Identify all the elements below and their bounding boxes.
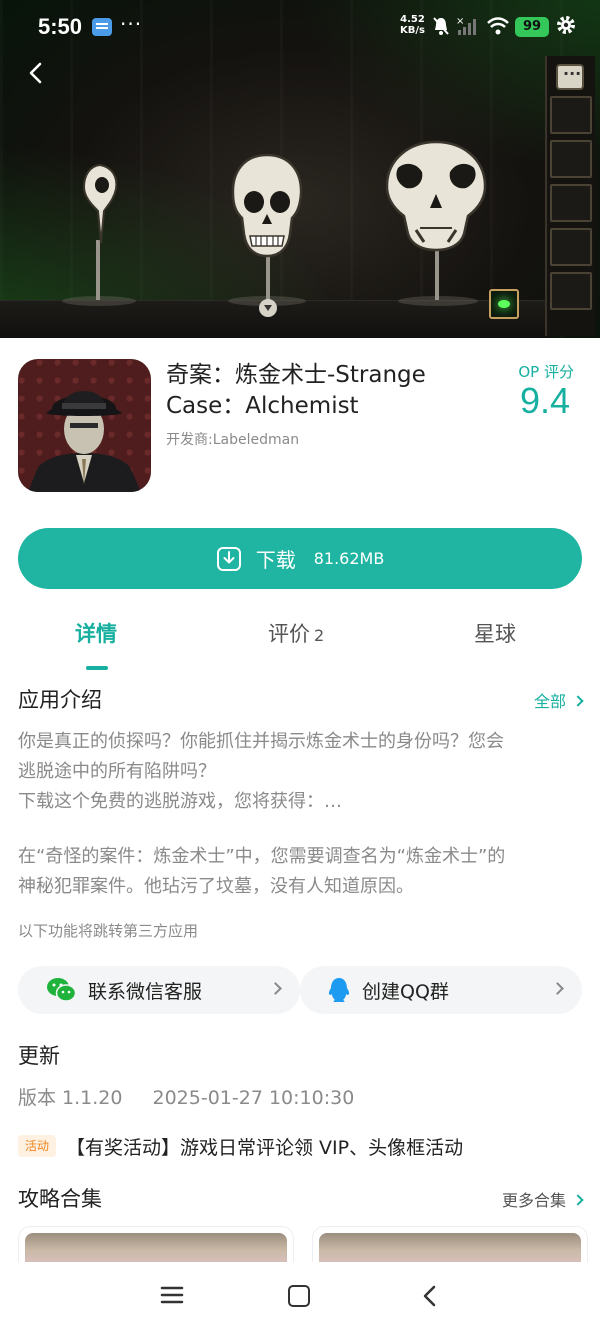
battery-indicator: 99 — [515, 17, 549, 37]
detail-tabs: 详情 评价 2 星球 — [0, 618, 600, 672]
app-icon — [18, 359, 151, 492]
intro-more-link[interactable]: 全部 — [533, 688, 584, 712]
network-speed-unit: KB/s — [400, 25, 425, 36]
intro-paragraph-2[interactable]: 在“奇怪的案件：炼金术士”中，您需要调查名为“炼金术士”的 神秘犯罪案件。他玷污… — [18, 842, 582, 902]
version-number: 版本 1.1.20 — [18, 1087, 123, 1109]
hint-eye-icon[interactable] — [489, 289, 519, 319]
game-menu-icon[interactable] — [556, 60, 584, 90]
human-skull-icon — [231, 153, 303, 258]
intro-line: 逃脱途中的所有陷阱吗？ — [18, 761, 216, 782]
more-notifications-icon: ··· — [120, 12, 143, 36]
event-badge: 活动 — [18, 1135, 56, 1157]
home-icon[interactable] — [288, 1285, 310, 1307]
inventory-slot[interactable] — [550, 228, 592, 266]
inventory-slot[interactable] — [550, 272, 592, 310]
score-label: OP 评分 — [518, 363, 574, 381]
inventory-slot[interactable] — [550, 184, 592, 222]
intro-more-label: 全部 — [533, 692, 566, 711]
intro-line: 在“奇怪的案件：炼金术士”中，您需要调查名为“炼金术士”的 — [18, 846, 506, 867]
intro-line: 下载这个免费的逃脱游戏，您将获得：… — [18, 791, 342, 812]
app-name: 奇案：炼金术士-Strange Case：Alchemist — [166, 362, 426, 419]
qq-group-label: 创建QQ群 — [362, 980, 449, 1003]
tab-details-label: 详情 — [75, 622, 117, 646]
chevron-right-icon — [269, 982, 282, 995]
guides-more-label: 更多合集 — [501, 1191, 566, 1210]
game-screenshot-banner[interactable]: 5:50 ··· 4.52 KB/s × 99 — [0, 0, 600, 338]
inventory-slot[interactable] — [550, 96, 592, 134]
third-party-note: 以下功能将跳转第三方应用 — [18, 922, 199, 940]
settings-gear-icon — [557, 16, 575, 34]
update-date: 2025-01-27 10:10:30 — [152, 1087, 355, 1109]
tab-planet[interactable]: 星球 — [474, 618, 516, 648]
back-icon[interactable] — [420, 1284, 440, 1308]
tab-details[interactable]: 详情 — [75, 618, 117, 648]
signal-icon: × — [456, 16, 476, 35]
wechat-service-label: 联系微信客服 — [88, 980, 203, 1003]
event-link[interactable]: 【有奖活动】游戏日常评论领 VIP、头像框活动 — [66, 1133, 463, 1160]
network-speed-value: 4.52 — [400, 14, 425, 25]
guides-title: 攻略合集 — [18, 1187, 102, 1211]
inventory-slot[interactable] — [550, 140, 592, 178]
intro-line: 你是真正的侦探吗？你能抓住并揭示炼金术士的身份吗？您会 — [18, 731, 504, 752]
inventory-panel — [545, 56, 595, 336]
bird-skull-icon — [82, 163, 118, 244]
network-speed: 4.52 KB/s — [400, 14, 425, 36]
cat-skull-icon — [385, 140, 487, 252]
system-nav-bar — [0, 1262, 600, 1333]
tab-reviews-count: 2 — [314, 626, 325, 645]
status-time: 5:50 — [38, 14, 83, 39]
recent-apps-icon[interactable] — [160, 1286, 184, 1304]
wechat-icon — [47, 978, 76, 1002]
svg-text:×: × — [456, 16, 464, 27]
back-arrow-icon[interactable] — [22, 58, 52, 88]
tab-indicator — [86, 666, 108, 670]
tab-reviews-label: 评价 — [268, 622, 310, 646]
qq-icon — [328, 978, 350, 1002]
detective-icon — [28, 391, 141, 492]
download-button[interactable]: 下载 81.62MB — [18, 528, 582, 589]
stand-pole — [266, 255, 270, 303]
score-value: 9.4 — [519, 380, 570, 421]
download-label: 下载 — [255, 548, 296, 572]
stand-pole — [435, 250, 439, 300]
wechat-service-button[interactable]: 联系微信客服 — [18, 966, 300, 1014]
scroll-down-icon[interactable] — [259, 299, 277, 317]
tab-planet-label: 星球 — [474, 622, 516, 646]
wifi-icon — [487, 17, 509, 35]
download-size: 81.62MB — [313, 549, 385, 568]
chevron-right-icon — [572, 1194, 584, 1206]
notification-app-icon — [92, 18, 112, 36]
chevron-right-icon — [572, 695, 584, 707]
intro-line: 神秘犯罪案件。他玷污了坟墓，没有人知道原因。 — [18, 876, 414, 897]
chevron-right-icon — [551, 982, 564, 995]
guides-more-link[interactable]: 更多合集 — [501, 1187, 584, 1211]
bell-muted-icon — [433, 17, 449, 35]
stand-pole — [96, 240, 100, 300]
intro-title: 应用介绍 — [18, 688, 102, 712]
version-info: 版本 1.1.20 2025-01-27 10:10:30 — [18, 1083, 354, 1110]
status-bar: 5:50 ··· 4.52 KB/s × 99 — [0, 0, 600, 56]
download-icon — [216, 546, 241, 571]
intro-paragraph-1[interactable]: 你是真正的侦探吗？你能抓住并揭示炼金术士的身份吗？您会 逃脱途中的所有陷阱吗？ … — [18, 727, 582, 817]
update-title: 更新 — [18, 1044, 60, 1068]
developer-name[interactable]: 开发商:Labeledman — [166, 429, 299, 449]
tab-reviews[interactable]: 评价 2 — [268, 618, 324, 648]
qq-group-button[interactable]: 创建QQ群 — [300, 966, 582, 1014]
